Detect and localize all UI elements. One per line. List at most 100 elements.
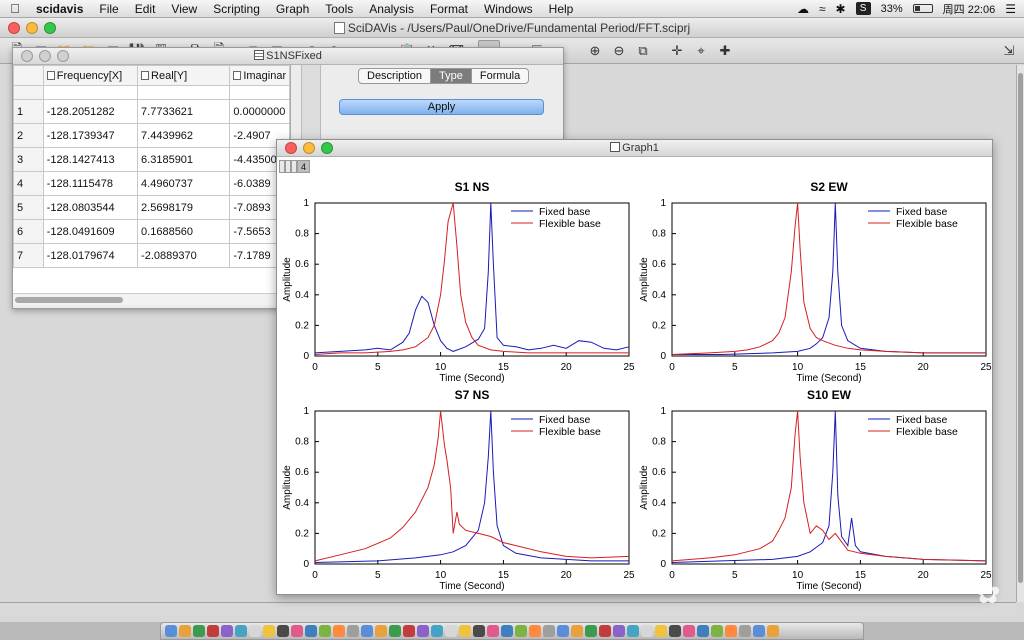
dock-app-icon[interactable] xyxy=(669,625,681,637)
dock-app-icon[interactable] xyxy=(277,625,289,637)
dock-app-icon[interactable] xyxy=(501,625,513,637)
dock-app-icon[interactable] xyxy=(375,625,387,637)
legend-label: Fixed base xyxy=(539,206,591,218)
dock-app-icon[interactable] xyxy=(333,625,345,637)
table-row[interactable]: 6 -128.0491609 0.1688560 -7.5653 xyxy=(13,219,290,244)
dock-app-icon[interactable] xyxy=(305,625,317,637)
zoom-in-icon[interactable]: ⊕ xyxy=(584,40,606,62)
zoom-button[interactable] xyxy=(44,21,56,34)
table-row[interactable]: 1 -128.2051282 7.7733621 0.0000000 xyxy=(13,99,290,124)
dock-app-icon[interactable] xyxy=(557,625,569,637)
y-axis-label: Amplitude xyxy=(282,465,293,510)
dock-app-icon[interactable] xyxy=(711,625,723,637)
close-button[interactable] xyxy=(8,21,20,34)
tab-description[interactable]: Description xyxy=(359,69,432,83)
dock-app-icon[interactable] xyxy=(235,625,247,637)
apple-icon[interactable]:  xyxy=(0,1,30,16)
tab-type[interactable]: Type xyxy=(431,69,472,83)
dock-app-icon[interactable] xyxy=(571,625,583,637)
dock-app-icon[interactable] xyxy=(739,625,751,637)
dock-app-icon[interactable] xyxy=(347,625,359,637)
dock-app-icon[interactable] xyxy=(683,625,695,637)
table-row[interactable]: 4 -128.1115478 4.4960737 -6.0389 xyxy=(13,171,290,196)
dock-app-icon[interactable] xyxy=(515,625,527,637)
data-table[interactable]: Frequency[X] Real[Y] Imaginar 1 -128.2051… xyxy=(13,65,291,293)
x-tick-label: 5 xyxy=(732,570,738,581)
menu-file[interactable]: File xyxy=(91,2,126,16)
dock-app-icon[interactable] xyxy=(193,625,205,637)
menu-analysis[interactable]: Analysis xyxy=(361,2,422,16)
select-range-icon[interactable]: ✚ xyxy=(714,40,736,62)
wifi-icon[interactable]: ≈ xyxy=(819,2,826,16)
minimize-button[interactable] xyxy=(26,21,38,34)
dock-app-icon[interactable] xyxy=(585,625,597,637)
dock-app-icon[interactable] xyxy=(403,625,415,637)
plot-canvas[interactable]: S1 NS0 5 10 15 20 2500.20.40.60.81Time (Secon… xyxy=(277,157,992,594)
dock-app-icon[interactable] xyxy=(319,625,331,637)
bluetooth-icon[interactable]: ✱ xyxy=(836,2,846,16)
dock-app-icon[interactable] xyxy=(291,625,303,637)
menu-graph[interactable]: Graph xyxy=(268,2,317,16)
status-strip xyxy=(0,602,1016,616)
dock-app-icon[interactable] xyxy=(459,625,471,637)
app-menu[interactable]: scidavis xyxy=(30,2,91,16)
dock-app-icon[interactable] xyxy=(487,625,499,637)
vertical-scrollbar[interactable] xyxy=(1016,65,1024,602)
dock-app-icon[interactable] xyxy=(767,625,779,637)
table-row[interactable]: 3 -128.1427413 6.3185901 -4.43500 xyxy=(13,147,290,172)
list-icon[interactable]: ☰ xyxy=(1005,2,1016,16)
dock-app-icon[interactable] xyxy=(529,625,541,637)
dock-app-icon[interactable] xyxy=(599,625,611,637)
dock-app-icon[interactable] xyxy=(725,625,737,637)
corner-cell[interactable] xyxy=(13,65,44,86)
apply-button[interactable]: Apply xyxy=(339,99,544,115)
dock-app-icon[interactable] xyxy=(697,625,709,637)
tab-formula[interactable]: Formula xyxy=(472,69,528,83)
dock-app-icon[interactable] xyxy=(627,625,639,637)
s-app-icon[interactable]: S xyxy=(855,2,871,15)
dock-app-icon[interactable] xyxy=(641,625,653,637)
dock-app-icon[interactable] xyxy=(361,625,373,637)
zoom-out-icon[interactable]: ⊖ xyxy=(608,40,630,62)
dock-app-icon[interactable] xyxy=(753,625,765,637)
clock[interactable]: 周四 22:06 xyxy=(943,1,996,17)
menu-windows[interactable]: Windows xyxy=(476,2,541,16)
dock-app-icon[interactable] xyxy=(249,625,261,637)
x-tick-label: 25 xyxy=(623,570,635,581)
data-reader-icon[interactable]: ⌖ xyxy=(690,40,712,62)
table-row[interactable]: 5 -128.0803544 2.5698179 -7.0893 xyxy=(13,195,290,220)
dock-app-icon[interactable] xyxy=(221,625,233,637)
dock-app-icon[interactable] xyxy=(543,625,555,637)
dock-toggle-icon[interactable]: ⇲ xyxy=(1002,40,1024,62)
dock-app-icon[interactable] xyxy=(417,625,429,637)
dock-app-icon[interactable] xyxy=(445,625,457,637)
menu-edit[interactable]: Edit xyxy=(127,2,164,16)
battery-icon[interactable] xyxy=(912,4,933,13)
menu-tools[interactable]: Tools xyxy=(317,2,361,16)
cloud-icon[interactable]: ☁ xyxy=(797,2,809,16)
table-horizontal-scrollbar[interactable] xyxy=(13,293,291,305)
dock-app-icon[interactable] xyxy=(389,625,401,637)
table-row[interactable]: 2 -128.1739347 7.4439962 -2.4907 xyxy=(13,123,290,148)
dock-app-icon[interactable] xyxy=(655,625,667,637)
menu-scripting[interactable]: Scripting xyxy=(205,2,268,16)
dock-app-icon[interactable] xyxy=(207,625,219,637)
rescale-to-show-all-icon[interactable]: ⧉ xyxy=(632,40,654,62)
dock-app-icon[interactable] xyxy=(165,625,177,637)
scrollbar-thumb[interactable] xyxy=(1018,73,1023,583)
menu-format[interactable]: Format xyxy=(422,2,476,16)
table-row[interactable]: 7 -128.0179674 -2.0889370 -7.1789 xyxy=(13,243,290,268)
menu-help[interactable]: Help xyxy=(541,2,582,16)
crosshair-icon[interactable]: ✛ xyxy=(666,40,688,62)
dock-app-icon[interactable] xyxy=(179,625,191,637)
column-header-real[interactable]: Real[Y] xyxy=(137,65,231,86)
dock-app-icon[interactable] xyxy=(431,625,443,637)
dock-app-icon[interactable] xyxy=(473,625,485,637)
menu-view[interactable]: View xyxy=(163,2,205,16)
column-header-frequency[interactable]: Frequency[X] xyxy=(42,65,139,86)
column-header-imaginary[interactable]: Imaginar xyxy=(229,65,290,86)
scrollbar-thumb[interactable] xyxy=(15,297,123,303)
dock-app-icon[interactable] xyxy=(263,625,275,637)
dock-app-icon[interactable] xyxy=(613,625,625,637)
y-tick-label: 1 xyxy=(303,406,309,417)
